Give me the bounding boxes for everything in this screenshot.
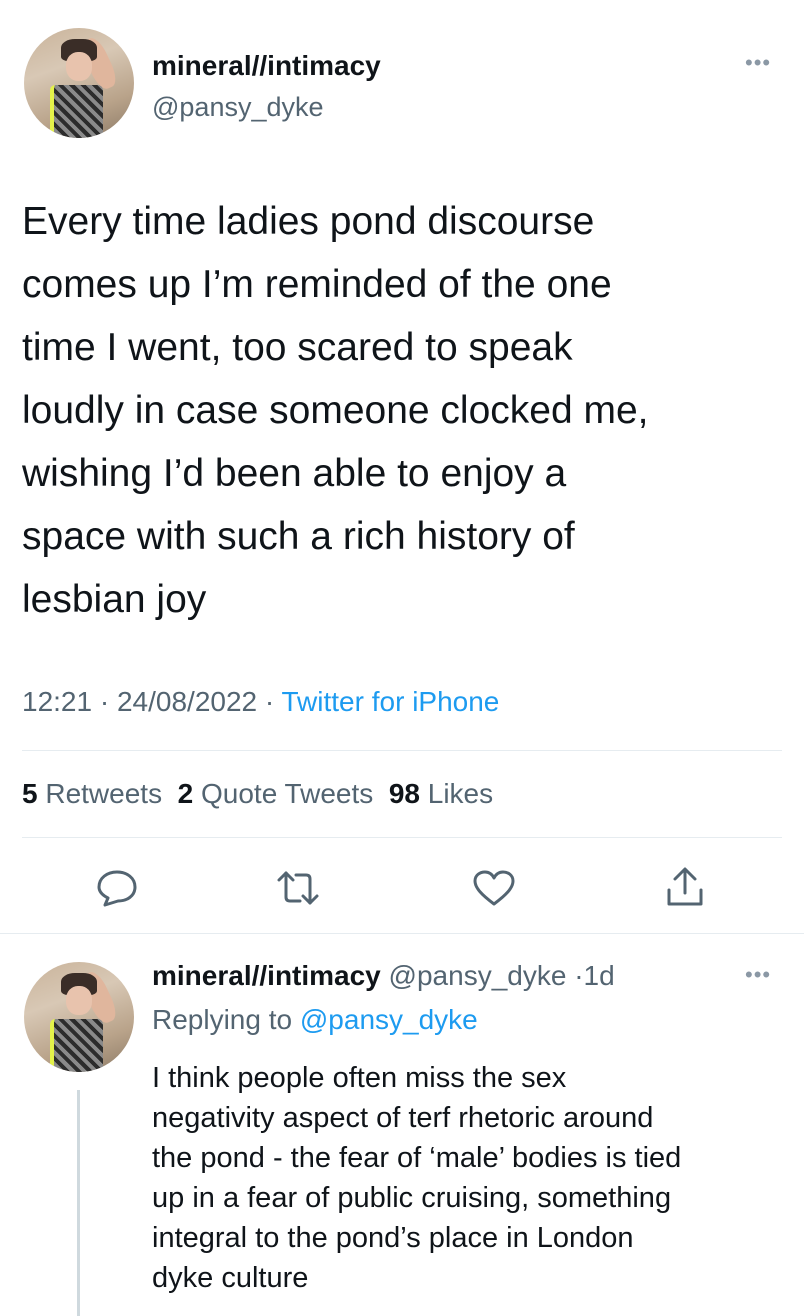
quotes-label: Quote Tweets <box>201 778 374 809</box>
replying-to: Replying to @pansy_dyke <box>152 1004 478 1036</box>
section-divider <box>0 933 804 934</box>
likes-count: 98 <box>388 778 420 809</box>
reply-more-dots-icon[interactable]: ••• <box>745 962 771 988</box>
thread-line <box>77 1090 80 1316</box>
divider <box>22 750 782 751</box>
reply-age[interactable]: 1d <box>584 960 615 991</box>
like-icon[interactable] <box>472 869 516 907</box>
retweet-icon[interactable] <box>275 869 321 907</box>
quotes-stat[interactable]: 2 Quote Tweets <box>178 778 374 809</box>
reply-author-handle[interactable]: @pansy_dyke <box>389 960 567 991</box>
retweets-stat[interactable]: 5 Retweets <box>22 778 162 809</box>
divider <box>22 837 782 838</box>
tweet-source-link[interactable]: Twitter for iPhone <box>282 686 500 717</box>
likes-stat[interactable]: 98 Likes <box>389 778 493 809</box>
tweet-meta: 12:21 · 24/08/2022 · Twitter for iPhone <box>22 686 499 718</box>
avatar[interactable] <box>24 28 134 138</box>
meta-separator: · <box>99 686 110 717</box>
likes-label: Likes <box>427 778 494 809</box>
reply-header: mineral//intimacy @pansy_dyke ·1d <box>152 960 615 992</box>
reply-author-name[interactable]: mineral//intimacy <box>152 960 381 991</box>
share-icon[interactable] <box>664 866 706 908</box>
more-dots-icon[interactable]: ••• <box>745 50 771 76</box>
tweet-stats: 5 Retweets 2 Quote Tweets 98 Likes <box>22 778 493 810</box>
quotes-count: 2 <box>177 778 194 809</box>
reply-icon[interactable] <box>96 869 138 907</box>
reply-avatar[interactable] <box>24 962 134 1072</box>
author-handle[interactable]: @pansy_dyke <box>152 92 324 123</box>
tweet-text: Every time ladies pond discourse comes u… <box>22 200 649 621</box>
author-name[interactable]: mineral//intimacy <box>152 50 381 82</box>
retweets-label: Retweets <box>45 778 163 809</box>
reply-separator: · <box>574 960 584 991</box>
tweet-time: 12:21 <box>22 686 93 717</box>
retweets-count: 5 <box>22 778 38 809</box>
tweet-date: 24/08/2022 <box>116 686 258 717</box>
reply-text: I think people often miss the sex negati… <box>152 1062 682 1294</box>
replying-to-link[interactable]: @pansy_dyke <box>300 1004 478 1035</box>
replying-to-label: Replying to <box>152 1004 293 1035</box>
meta-separator: · <box>264 686 275 717</box>
